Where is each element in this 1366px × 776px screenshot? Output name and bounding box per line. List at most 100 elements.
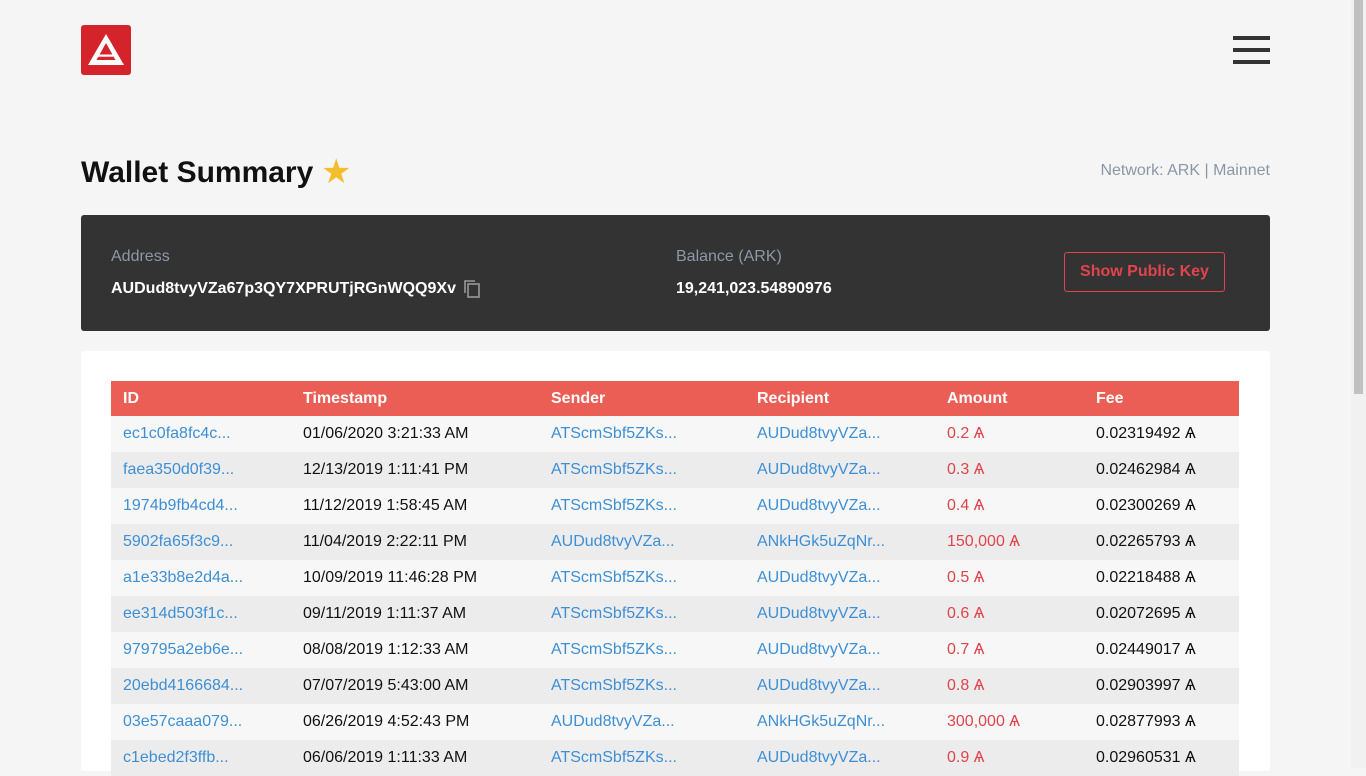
table-cell: AUDud8tvyVZa... bbox=[745, 488, 935, 524]
col-header-amount[interactable]: Amount bbox=[935, 381, 1084, 416]
tx-id-link[interactable]: 5902fa65f3c9... bbox=[123, 533, 233, 550]
tx-recipient-link[interactable]: AUDud8tvyVZa... bbox=[757, 425, 881, 442]
tx-timestamp: 09/11/2019 1:11:37 AM bbox=[303, 605, 467, 622]
tx-timestamp: 08/08/2019 1:12:33 AM bbox=[303, 641, 469, 658]
copy-icon[interactable] bbox=[463, 279, 481, 299]
page-title: Wallet Summary bbox=[81, 156, 314, 189]
tx-recipient-link[interactable]: ANkHGk5uZqNr... bbox=[757, 713, 885, 730]
table-cell: ATScmSbf5ZKs... bbox=[539, 596, 745, 632]
table-cell: 0.02218488 Ѧ bbox=[1084, 560, 1239, 596]
tx-timestamp: 11/12/2019 1:58:45 AM bbox=[303, 497, 468, 514]
col-header-recipient[interactable]: Recipient bbox=[745, 381, 935, 416]
table-cell: 0.8 Ѧ bbox=[935, 668, 1084, 704]
table-cell: 0.9 Ѧ bbox=[935, 740, 1084, 776]
table-header-row: ID Timestamp Sender Recipient Amount Fee bbox=[111, 381, 1239, 416]
tx-recipient-link[interactable]: AUDud8tvyVZa... bbox=[757, 569, 881, 586]
menu-bar bbox=[1233, 36, 1270, 40]
hamburger-menu-icon[interactable] bbox=[1233, 35, 1271, 67]
tx-amount: 0.3 Ѧ bbox=[947, 461, 985, 478]
tx-recipient-link[interactable]: AUDud8tvyVZa... bbox=[757, 461, 881, 478]
tx-recipient-link[interactable]: AUDud8tvyVZa... bbox=[757, 641, 881, 658]
scrollbar-thumb[interactable] bbox=[1354, 0, 1363, 394]
tx-id-link[interactable]: ec1c0fa8fc4c... bbox=[123, 425, 231, 442]
tx-timestamp: 01/06/2020 3:21:33 AM bbox=[303, 425, 469, 442]
tx-id-link[interactable]: faea350d0f39... bbox=[123, 461, 234, 478]
tx-recipient-link[interactable]: ANkHGk5uZqNr... bbox=[757, 533, 885, 550]
table-row: ec1c0fa8fc4c... 01/06/2020 3:21:33 AM ATSc… bbox=[111, 416, 1239, 452]
tx-fee: 0.02218488 Ѧ bbox=[1096, 569, 1196, 586]
tx-sender-link[interactable]: ATScmSbf5ZKs... bbox=[551, 749, 677, 766]
tx-sender-link[interactable]: ATScmSbf5ZKs... bbox=[551, 425, 677, 442]
table-cell: 0.02265793 Ѧ bbox=[1084, 524, 1239, 560]
tx-fee: 0.02072695 Ѧ bbox=[1096, 605, 1196, 622]
ark-logo-icon[interactable] bbox=[81, 25, 131, 75]
table-cell: AUDud8tvyVZa... bbox=[745, 596, 935, 632]
tx-sender-link[interactable]: ATScmSbf5ZKs... bbox=[551, 497, 677, 514]
table-cell: 0.3 Ѧ bbox=[935, 452, 1084, 488]
tx-amount: 0.4 Ѧ bbox=[947, 497, 985, 514]
table-row: 979795a2eb6e... 08/08/2019 1:12:33 AM ATSc… bbox=[111, 632, 1239, 668]
tx-sender-link[interactable]: AUDud8tvyVZa... bbox=[551, 713, 675, 730]
table-cell: ec1c0fa8fc4c... bbox=[111, 416, 291, 452]
tx-id-link[interactable]: 20ebd4166684... bbox=[123, 677, 243, 694]
page-scrollbar[interactable] bbox=[1351, 0, 1366, 768]
tx-amount: 0.6 Ѧ bbox=[947, 605, 985, 622]
table-cell: 0.4 Ѧ bbox=[935, 488, 1084, 524]
tx-id-link[interactable]: 1974b9fb4cd4... bbox=[123, 497, 238, 514]
col-header-id[interactable]: ID bbox=[111, 381, 291, 416]
table-cell: 12/13/2019 1:11:41 PM bbox=[291, 452, 539, 488]
col-header-timestamp[interactable]: Timestamp bbox=[291, 381, 539, 416]
network-indicator: Network: ARK | Mainnet bbox=[1100, 162, 1270, 179]
table-cell: AUDud8tvyVZa... bbox=[539, 524, 745, 560]
tx-recipient-link[interactable]: AUDud8tvyVZa... bbox=[757, 605, 881, 622]
tx-timestamp: 06/26/2019 4:52:43 PM bbox=[303, 713, 470, 730]
tx-id-link[interactable]: a1e33b8e2d4a... bbox=[123, 569, 243, 586]
table-cell: AUDud8tvyVZa... bbox=[745, 740, 935, 776]
tx-fee: 0.02462984 Ѧ bbox=[1096, 461, 1196, 478]
tx-id-link[interactable]: c1ebed2f3ffb... bbox=[123, 749, 229, 766]
table-cell: 0.6 Ѧ bbox=[935, 596, 1084, 632]
table-cell: c1ebed2f3ffb... bbox=[111, 740, 291, 776]
tx-recipient-link[interactable]: AUDud8tvyVZa... bbox=[757, 497, 881, 514]
tx-timestamp: 11/04/2019 2:22:11 PM bbox=[303, 533, 467, 550]
tx-sender-link[interactable]: ATScmSbf5ZKs... bbox=[551, 641, 677, 658]
tx-timestamp: 12/13/2019 1:11:41 PM bbox=[303, 461, 469, 478]
table-cell: 150,000 Ѧ bbox=[935, 524, 1084, 560]
table-cell: 01/06/2020 3:21:33 AM bbox=[291, 416, 539, 452]
tx-fee: 0.02449017 Ѧ bbox=[1096, 641, 1196, 658]
show-public-key-button[interactable]: Show Public Key bbox=[1064, 252, 1225, 292]
table-row: 1974b9fb4cd4... 11/12/2019 1:58:45 AM ATSc… bbox=[111, 488, 1239, 524]
table-cell: ATScmSbf5ZKs... bbox=[539, 560, 745, 596]
tx-timestamp: 06/06/2019 1:11:33 AM bbox=[303, 749, 468, 766]
transactions-card: ID Timestamp Sender Recipient Amount Fee… bbox=[81, 351, 1270, 776]
tx-id-link[interactable]: 979795a2eb6e... bbox=[123, 641, 243, 658]
tx-sender-link[interactable]: ATScmSbf5ZKs... bbox=[551, 461, 677, 478]
tx-sender-link[interactable]: AUDud8tvyVZa... bbox=[551, 533, 675, 550]
tx-recipient-link[interactable]: AUDud8tvyVZa... bbox=[757, 749, 881, 766]
tx-timestamp: 10/09/2019 11:46:28 PM bbox=[303, 569, 478, 586]
tx-recipient-link[interactable]: AUDud8tvyVZa... bbox=[757, 677, 881, 694]
tx-sender-link[interactable]: ATScmSbf5ZKs... bbox=[551, 605, 677, 622]
table-row: faea350d0f39... 12/13/2019 1:11:41 PM ATSc… bbox=[111, 452, 1239, 488]
table-cell: 11/12/2019 1:58:45 AM bbox=[291, 488, 539, 524]
table-cell: 06/06/2019 1:11:33 AM bbox=[291, 740, 539, 776]
tx-fee: 0.02265793 Ѧ bbox=[1096, 533, 1196, 550]
tx-id-link[interactable]: 03e57caaa079... bbox=[123, 713, 242, 730]
table-cell: 0.02877993 Ѧ bbox=[1084, 704, 1239, 740]
table-cell: 07/07/2019 5:43:00 AM bbox=[291, 668, 539, 704]
table-cell: 0.02462984 Ѧ bbox=[1084, 452, 1239, 488]
table-cell: 10/09/2019 11:46:28 PM bbox=[291, 560, 539, 596]
tx-sender-link[interactable]: ATScmSbf5ZKs... bbox=[551, 569, 677, 586]
col-header-sender[interactable]: Sender bbox=[539, 381, 745, 416]
table-cell: 0.7 Ѧ bbox=[935, 632, 1084, 668]
table-cell: AUDud8tvyVZa... bbox=[745, 452, 935, 488]
tx-fee: 0.02319492 Ѧ bbox=[1096, 425, 1196, 442]
wallet-address: AUDud8tvyVZa67p3QY7XPRUTjRGnWQQ9Xv bbox=[111, 280, 456, 297]
table-cell: 08/08/2019 1:12:33 AM bbox=[291, 632, 539, 668]
tx-id-link[interactable]: ee314d503f1c... bbox=[123, 605, 238, 622]
favorite-star-icon[interactable]: ★ bbox=[321, 155, 351, 189]
col-header-fee[interactable]: Fee bbox=[1084, 381, 1239, 416]
tx-sender-link[interactable]: ATScmSbf5ZKs... bbox=[551, 677, 677, 694]
table-cell: 06/26/2019 4:52:43 PM bbox=[291, 704, 539, 740]
menu-bar bbox=[1233, 48, 1270, 52]
